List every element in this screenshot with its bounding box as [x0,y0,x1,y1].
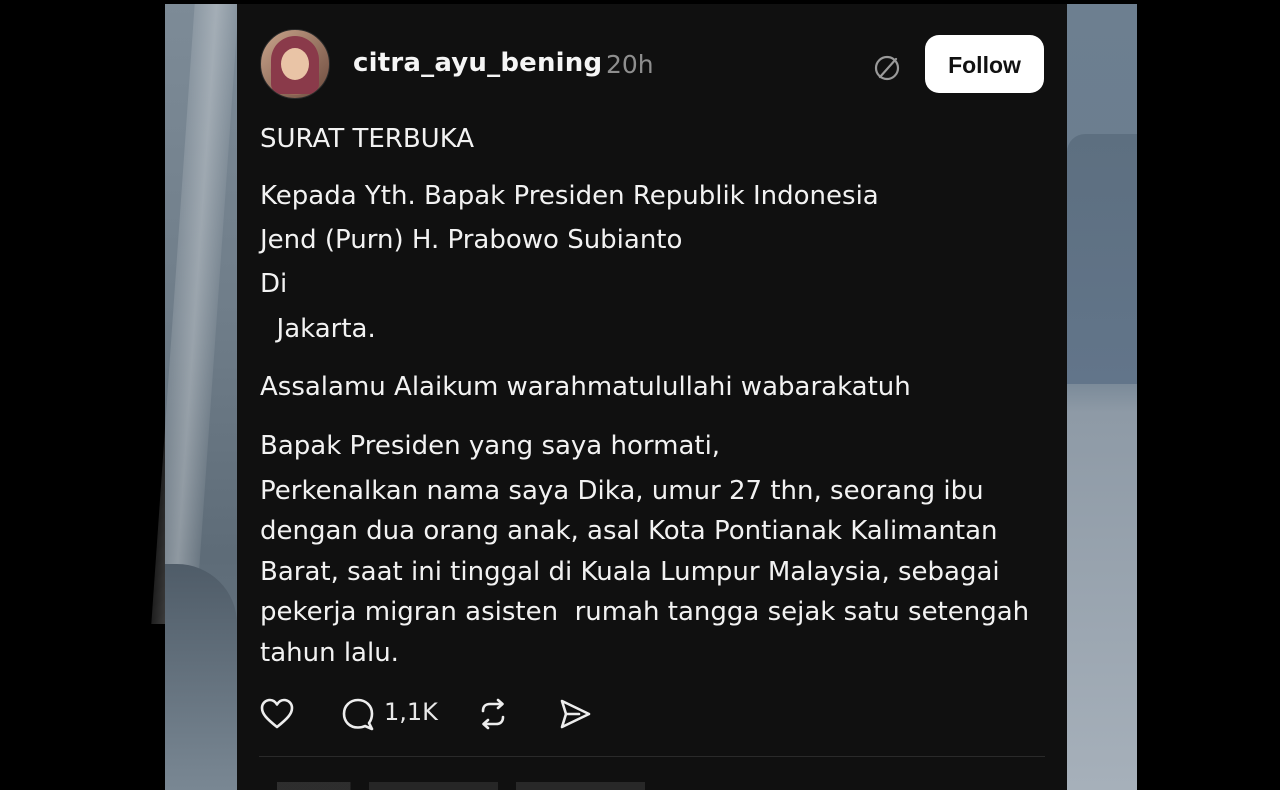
avatar[interactable] [260,29,330,99]
reply-count: 1,1K [384,698,438,726]
heart-icon[interactable] [259,696,295,732]
post-line-addressee: Kepada Yth. Bapak Presiden Republik Indo… [260,181,879,211]
repost-icon[interactable] [475,696,511,732]
divider [259,756,1045,757]
verified-icon [874,55,900,81]
username[interactable]: citra_ayu_bening [353,48,602,78]
post-line-body: Perkenalkan nama saya Dika, umur 27 thn,… [260,476,984,506]
background-left [165,4,237,790]
post-line-title: SURAT TERBUKA [260,124,475,154]
post-time: 20h [606,50,654,79]
follow-button[interactable]: Follow [925,35,1044,93]
screen: citra_ayu_bening 20h Follow SURAT TERBUK… [0,0,1280,790]
post-line-city: Jakarta. [260,314,376,344]
post-line-body: dengan dua orang anak, asal Kota Pontian… [260,516,998,546]
post-line-body: tahun lalu. [260,638,399,668]
comment-icon[interactable] [340,696,376,732]
background-right [1067,4,1137,790]
post-line-addressee-name: Jend (Purn) H. Prabowo Subianto [260,225,683,255]
post-line-salutation: Bapak Presiden yang saya hormati, [260,431,721,461]
post-line-greeting: Assalamu Alaikum warahmatulullahi wabara… [260,372,911,402]
post-line-body: Barat, saat ini tinggal di Kuala Lumpur … [260,557,1000,587]
avatar-face [281,48,309,80]
send-icon[interactable] [557,696,593,732]
post-line-body: pekerja migran asisten rumah tangga seja… [260,597,1030,627]
post-card: citra_ayu_bening 20h Follow SURAT TERBUK… [237,4,1067,790]
next-post-preview [277,782,737,790]
post-line-di: Di [260,269,288,299]
